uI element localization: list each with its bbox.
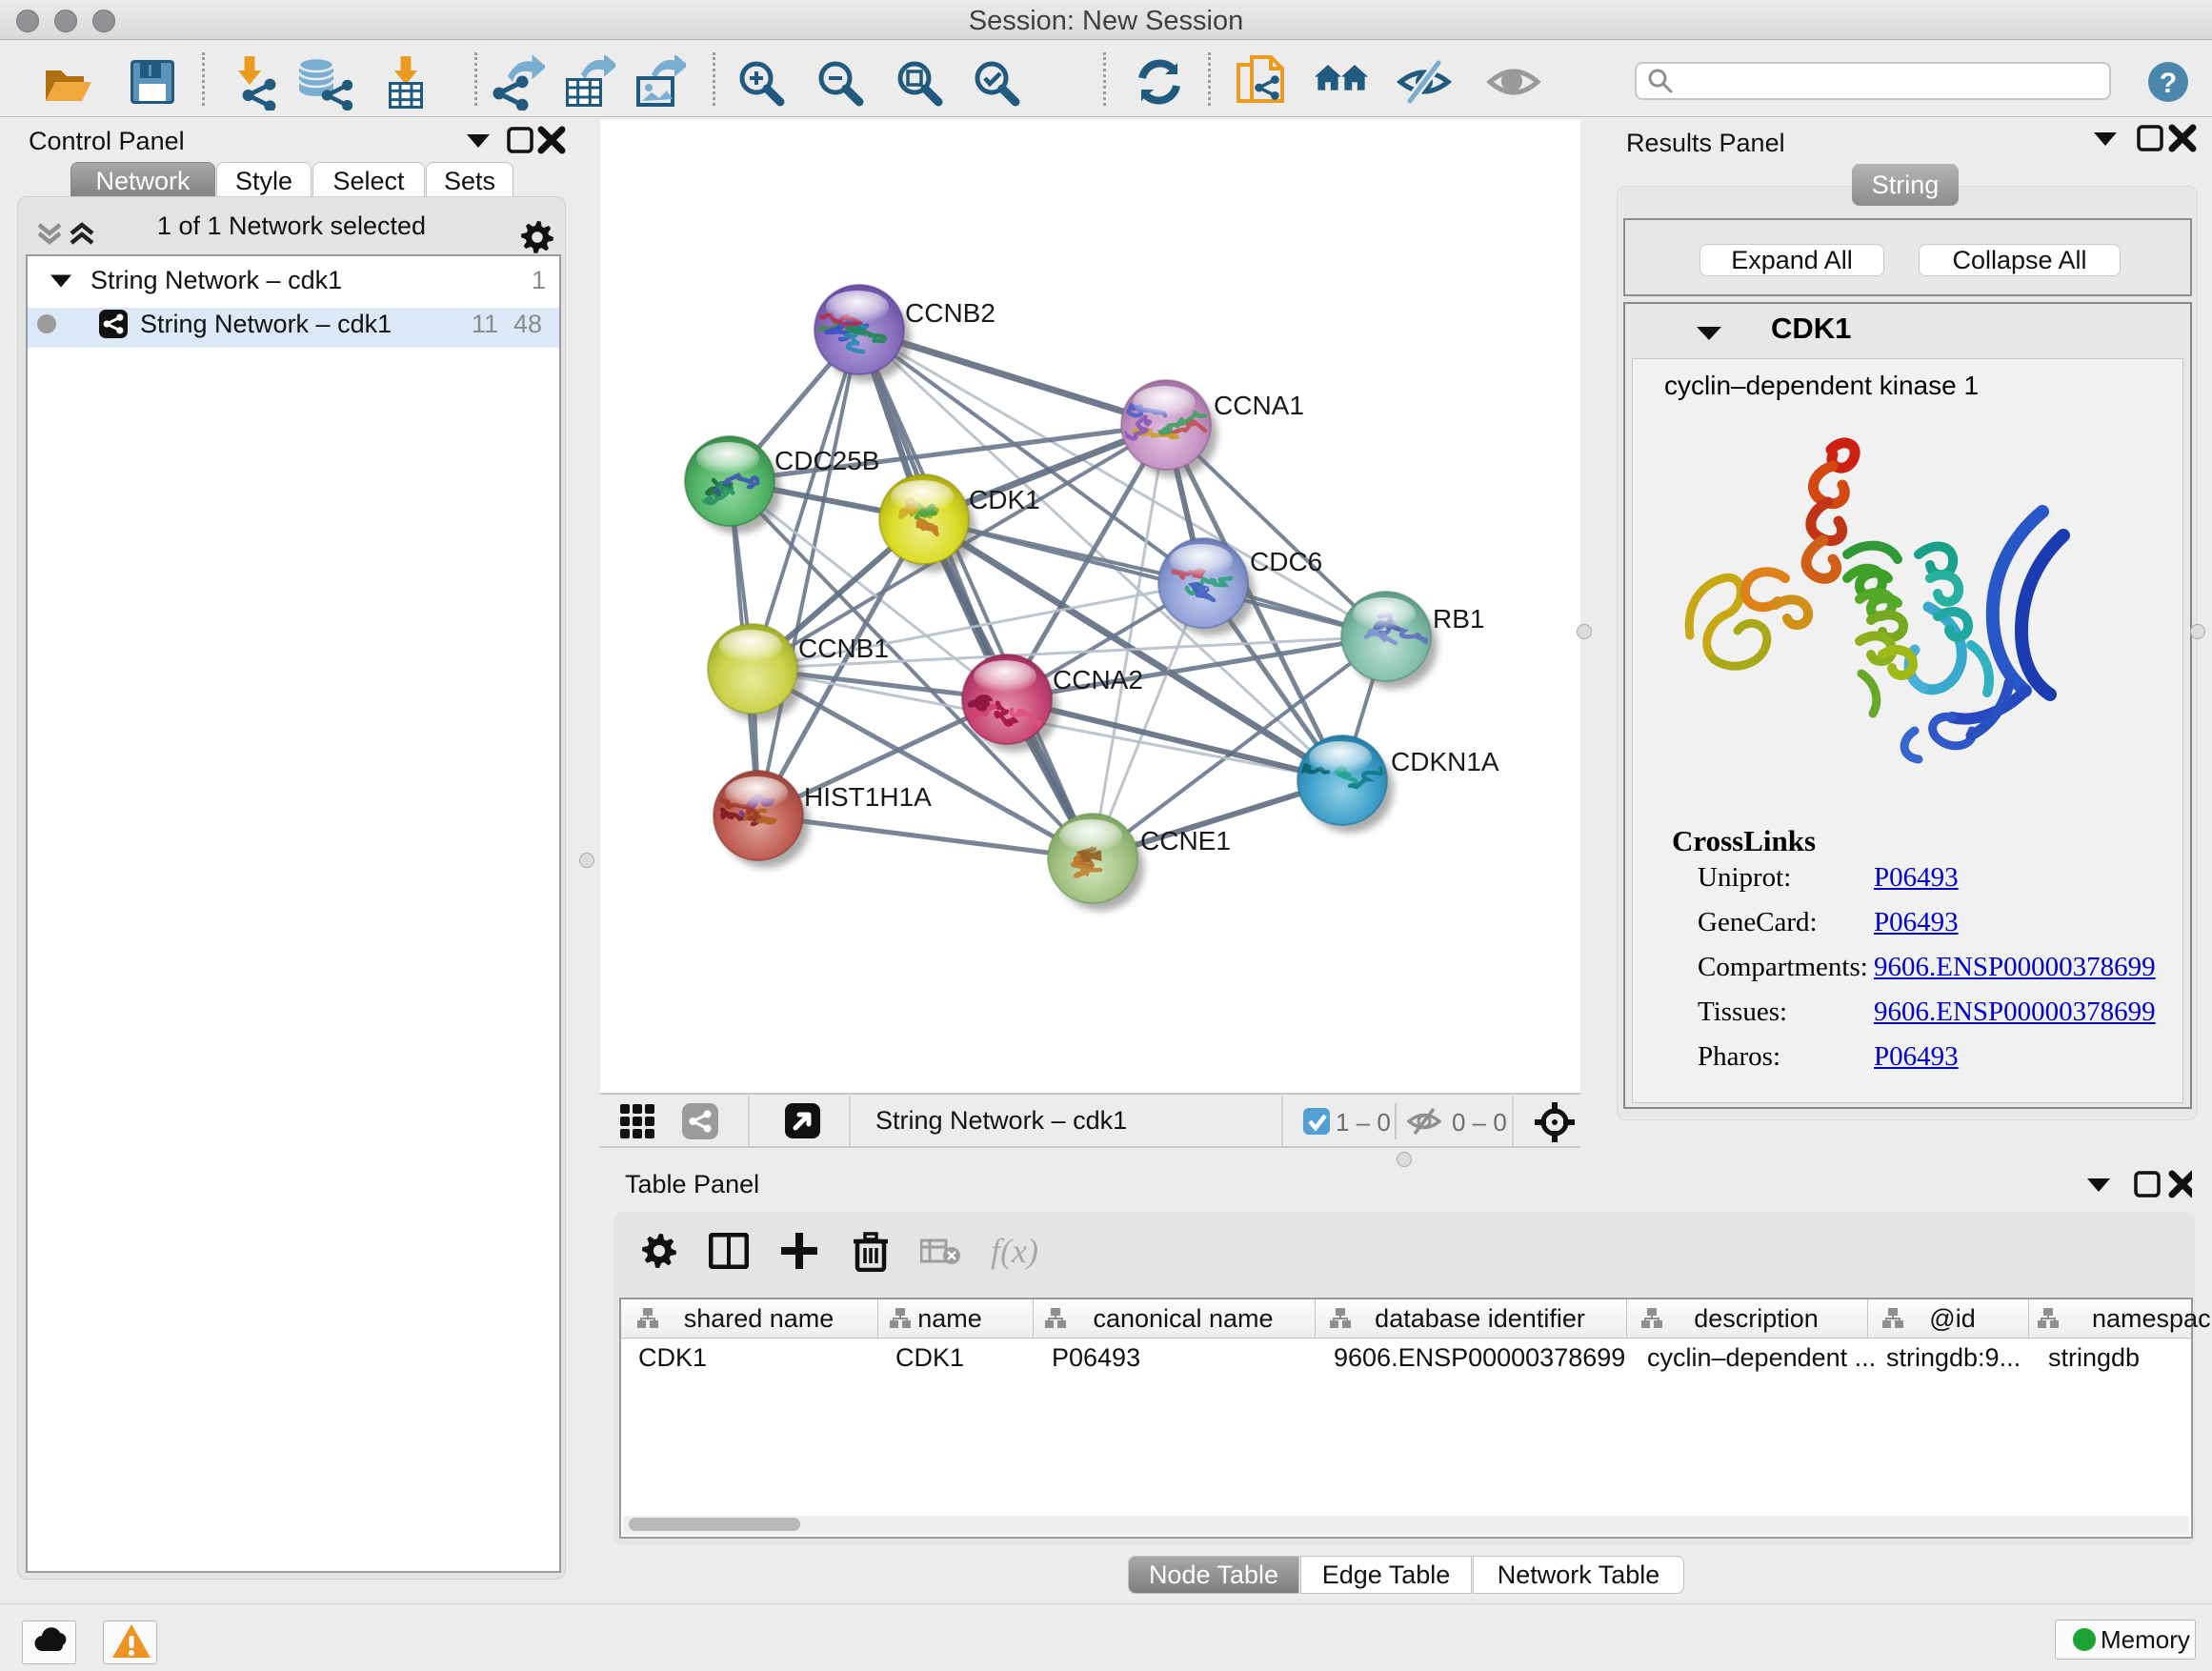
svg-text:CCNA1: CCNA1 — [1214, 391, 1304, 420]
svg-text:CDKN1A: CDKN1A — [1391, 747, 1499, 776]
svg-text:CDC6: CDC6 — [1250, 547, 1322, 576]
svg-text:?: ? — [2160, 68, 2177, 99]
svg-text:CCNA2: CCNA2 — [1053, 665, 1143, 695]
svg-text:CCNB1: CCNB1 — [798, 634, 889, 663]
svg-text:HIST1H1A: HIST1H1A — [804, 782, 932, 812]
svg-text:CCNE1: CCNE1 — [1140, 826, 1231, 856]
svg-text:RB1: RB1 — [1433, 604, 1484, 634]
svg-text:CCNB2: CCNB2 — [905, 298, 995, 328]
svg-text:CDC25B: CDC25B — [774, 446, 879, 475]
svg-text:CDK1: CDK1 — [969, 485, 1040, 514]
